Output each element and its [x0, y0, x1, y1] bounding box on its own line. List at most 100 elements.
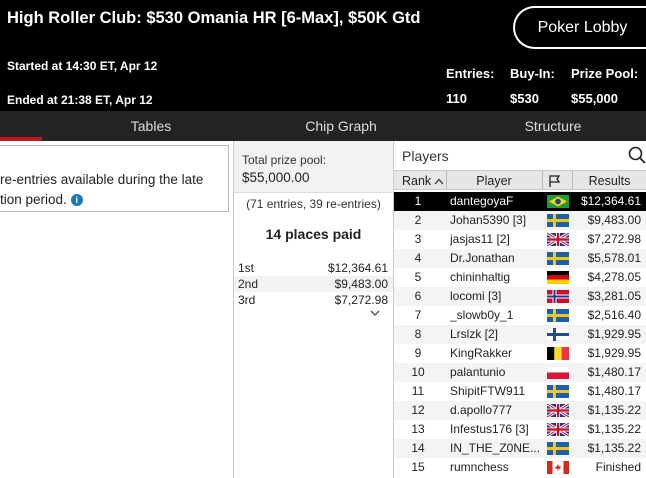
player-column-header[interactable]: Player	[446, 171, 542, 189]
player-result: $3,281.05	[587, 289, 641, 303]
results-column-header[interactable]: Results	[572, 171, 646, 189]
tournament-header: High Roller Club: $530 Omania HR [6-Max]…	[0, 0, 646, 111]
player-name: jasjas11 [2]	[450, 232, 510, 246]
tab-bar: Tables Chip Graph Structure	[0, 111, 646, 141]
player-rank: 15	[411, 460, 425, 474]
player-result: $7,272.98	[587, 232, 641, 246]
player-result: $1,480.17	[587, 365, 641, 379]
player-row[interactable]: 6 locomi [3] $3,281.05	[394, 287, 646, 306]
player-rank: 12	[411, 403, 425, 417]
player-row[interactable]: 7 _slowb0y_1 $2,516.40	[394, 306, 646, 325]
finland-flag-icon	[547, 328, 569, 341]
player-row[interactable]: 5 chininhaltig $4,278.05	[394, 268, 646, 287]
payout-row: 3rd $7,272.98	[234, 292, 393, 308]
player-rank: 10	[411, 365, 425, 379]
brazil-flag-icon	[547, 195, 569, 208]
player-result: $1,929.95	[587, 346, 641, 360]
player-name: d.apollo777	[450, 403, 513, 417]
player-row[interactable]: 14 IN_THE_Z0NE... $1,135.22	[394, 439, 646, 458]
payout-place: 2nd	[238, 277, 259, 291]
payout-row: 2nd $9,483.00	[234, 276, 393, 292]
player-result: $2,516.40	[587, 308, 641, 322]
player-result: $1,929.95	[587, 327, 641, 341]
uk-flag-icon	[547, 423, 569, 436]
tab-tables[interactable]: Tables	[86, 111, 216, 141]
column-separator	[542, 171, 543, 189]
player-result: $4,278.05	[587, 270, 641, 284]
player-row[interactable]: 8 Lrslzk [2] $1,929.95	[394, 325, 646, 344]
germany-flag-icon	[547, 271, 569, 284]
player-row[interactable]: 1 dantegoyaF $12,364.61	[394, 192, 646, 211]
player-row[interactable]: 10 palantunio $1,480.17	[394, 363, 646, 382]
player-row[interactable]: 12 d.apollo777 $1,135.22	[394, 401, 646, 420]
player-result: $1,480.17	[587, 384, 641, 398]
prizepool-value: $55,000	[571, 91, 618, 106]
player-row[interactable]: 11 ShipitFTW911 $1,480.17	[394, 382, 646, 401]
player-name: KingRakker	[450, 346, 513, 360]
entries-note: (71 entries, 39 re-entries)	[246, 197, 381, 211]
rank-header-label: Rank	[402, 174, 432, 188]
payout-amount: $9,483.00	[334, 277, 388, 291]
prize-pool-amount: $55,000.00	[242, 170, 310, 185]
player-name: Dr.Jonathan	[450, 251, 515, 265]
payout-amount: $12,364.61	[327, 261, 388, 275]
rank-column-header[interactable]: Rank	[402, 171, 444, 189]
player-result: Finished	[595, 460, 641, 474]
flag-column-icon[interactable]	[548, 174, 562, 192]
player-row[interactable]: 15 rumnchess Finished	[394, 458, 646, 477]
buyin-value: $530	[510, 91, 539, 106]
entries-label: Entries:	[446, 66, 495, 81]
info-icon[interactable]: i	[70, 194, 83, 207]
chevron-down-icon[interactable]	[370, 307, 380, 319]
poland-flag-icon	[547, 366, 569, 379]
player-name: IN_THE_Z0NE...	[450, 441, 541, 455]
sweden-flag-icon	[547, 309, 569, 322]
ended-time: Ended at 21:38 ET, Apr 12	[7, 93, 153, 107]
player-rank: 6	[414, 289, 422, 303]
player-result: $12,364.61	[580, 194, 641, 208]
player-result: $9,483.00	[587, 213, 641, 227]
poker-lobby-button[interactable]: Poker Lobby	[513, 6, 646, 49]
player-rank: 1	[414, 194, 422, 208]
player-row[interactable]: 4 Dr.Jonathan $5,578.01	[394, 249, 646, 268]
tab-chip-graph[interactable]: Chip Graph	[276, 111, 406, 141]
player-name: Johan5390 [3]	[450, 213, 527, 227]
player-name: palantunio	[450, 365, 506, 379]
buyin-label: Buy-In:	[510, 66, 555, 81]
player-row[interactable]: 2 Johan5390 [3] $9,483.00	[394, 211, 646, 230]
info-text-line1: re-entries available during the late	[0, 172, 204, 187]
player-result: $1,135.22	[587, 403, 641, 417]
entries-value: 110	[446, 91, 467, 106]
tournament-title: High Roller Club: $530 Omania HR [6-Max]…	[7, 9, 421, 27]
player-result: $1,135.22	[587, 441, 641, 455]
player-name: Infestus176 [3]	[450, 422, 529, 436]
player-rank: 2	[414, 213, 422, 227]
prize-panel: Total prize pool: $55,000.00 (71 entries…	[234, 141, 393, 478]
uk-flag-icon	[547, 233, 569, 246]
prize-pool-label: Total prize pool:	[242, 153, 327, 167]
uk-flag-icon	[547, 404, 569, 417]
player-row[interactable]: 13 Infestus176 [3] $1,135.22	[394, 420, 646, 439]
player-name: locomi [3]	[450, 289, 502, 303]
payout-place: 3rd	[238, 293, 256, 307]
player-row[interactable]: 3 jasjas11 [2] $7,272.98	[394, 230, 646, 249]
belgium-flag-icon	[547, 347, 569, 360]
player-row[interactable]: 9 KingRakker $1,929.95	[394, 344, 646, 363]
prizepool-label: Prize Pool:	[571, 66, 639, 81]
player-rank: 4	[414, 251, 422, 265]
payout-place: 1st	[238, 261, 255, 275]
players-panel: Players Rank Player Results 1 dantegoyaF $…	[393, 141, 646, 478]
sweden-flag-icon	[547, 252, 569, 265]
prize-summary: Total prize pool: $55,000.00	[234, 141, 393, 193]
player-rank: 11	[411, 384, 425, 398]
player-name: ShipitFTW911	[450, 384, 526, 398]
norway-flag-icon	[547, 290, 569, 303]
player-rank: 7	[414, 308, 422, 322]
tab-structure[interactable]: Structure	[488, 111, 618, 141]
player-result: $5,578.01	[587, 251, 641, 265]
started-time: Started at 14:30 ET, Apr 12	[7, 59, 158, 73]
player-name: dantegoyaF	[450, 194, 514, 208]
search-icon[interactable]	[628, 146, 646, 164]
info-panel: re-entries available during the late tio…	[0, 145, 229, 212]
players-title: Players	[402, 148, 449, 164]
